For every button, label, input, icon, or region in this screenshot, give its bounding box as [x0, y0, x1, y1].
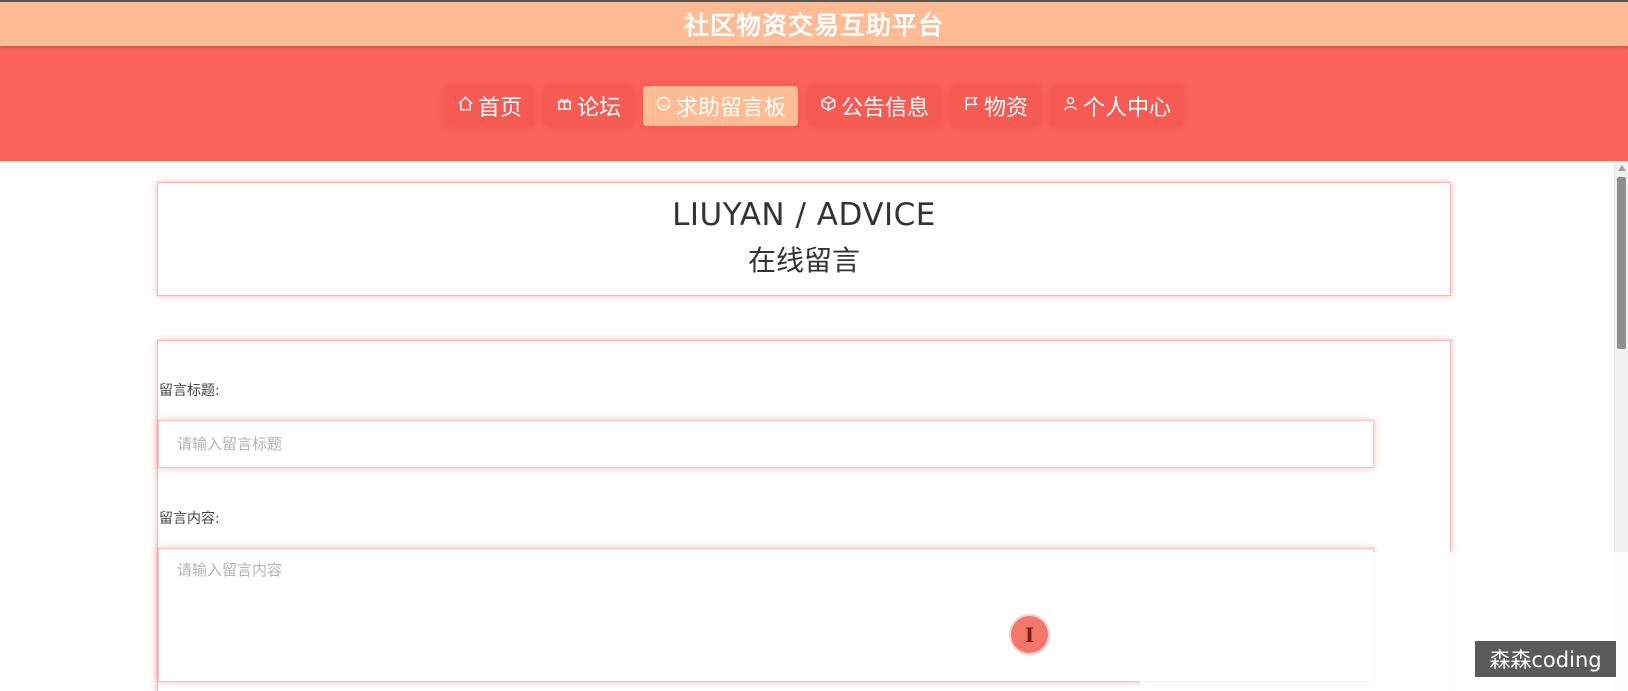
flag-icon [963, 93, 980, 118]
page-title-en: LIUYAN / ADVICE [672, 197, 936, 233]
site-title-bar: 社区物资交易互助平台 [0, 0, 1628, 46]
cube-icon [820, 93, 837, 118]
nav-item-label: 公告信息 [841, 95, 930, 121]
message-title-input[interactable] [158, 420, 1374, 468]
content-field-label: 留言内容: [159, 511, 220, 527]
gift-icon [556, 93, 573, 118]
page-header-card: LIUYAN / ADVICE 在线留言 [157, 182, 1451, 296]
smile-icon [655, 93, 672, 118]
nav-item-announcements[interactable]: 公告信息 [808, 85, 942, 126]
main-nav: 首页 论坛 求助留言板 公告信息 物资 个人中心 [444, 85, 1184, 126]
nav-item-supplies[interactable]: 物资 [951, 85, 1041, 126]
nav-item-personal-center[interactable]: 个人中心 [1050, 85, 1184, 126]
user-icon [1062, 93, 1079, 118]
nav-item-label: 求助留言板 [675, 95, 786, 121]
scroll-up-arrow-icon[interactable] [1618, 165, 1626, 171]
nav-item-label: 个人中心 [1083, 95, 1172, 121]
text-cursor-icon: I [1024, 622, 1035, 647]
text-cursor-indicator: I [1011, 616, 1048, 653]
site-title: 社区物资交易互助平台 [683, 11, 944, 40]
nav-item-home[interactable]: 首页 [444, 85, 534, 126]
watermark-label: 森森coding [1475, 641, 1616, 677]
page-title: 在线留言 [747, 244, 860, 277]
home-icon [457, 93, 474, 118]
scrollbar-thumb[interactable] [1617, 177, 1626, 349]
title-field-label: 留言标题: [159, 383, 220, 399]
nav-item-label: 首页 [477, 95, 522, 121]
nav-item-label: 物资 [984, 95, 1029, 121]
nav-item-label: 论坛 [576, 95, 621, 121]
page: 社区物资交易互助平台 首页 论坛 求助留言板 公告信息 物资 个人中心 LIUY… [0, 0, 1628, 691]
nav-bar: 首页 论坛 求助留言板 公告信息 物资 个人中心 [0, 46, 1628, 161]
nav-item-forum[interactable]: 论坛 [543, 85, 633, 126]
nav-item-help-board[interactable]: 求助留言板 [642, 85, 798, 126]
